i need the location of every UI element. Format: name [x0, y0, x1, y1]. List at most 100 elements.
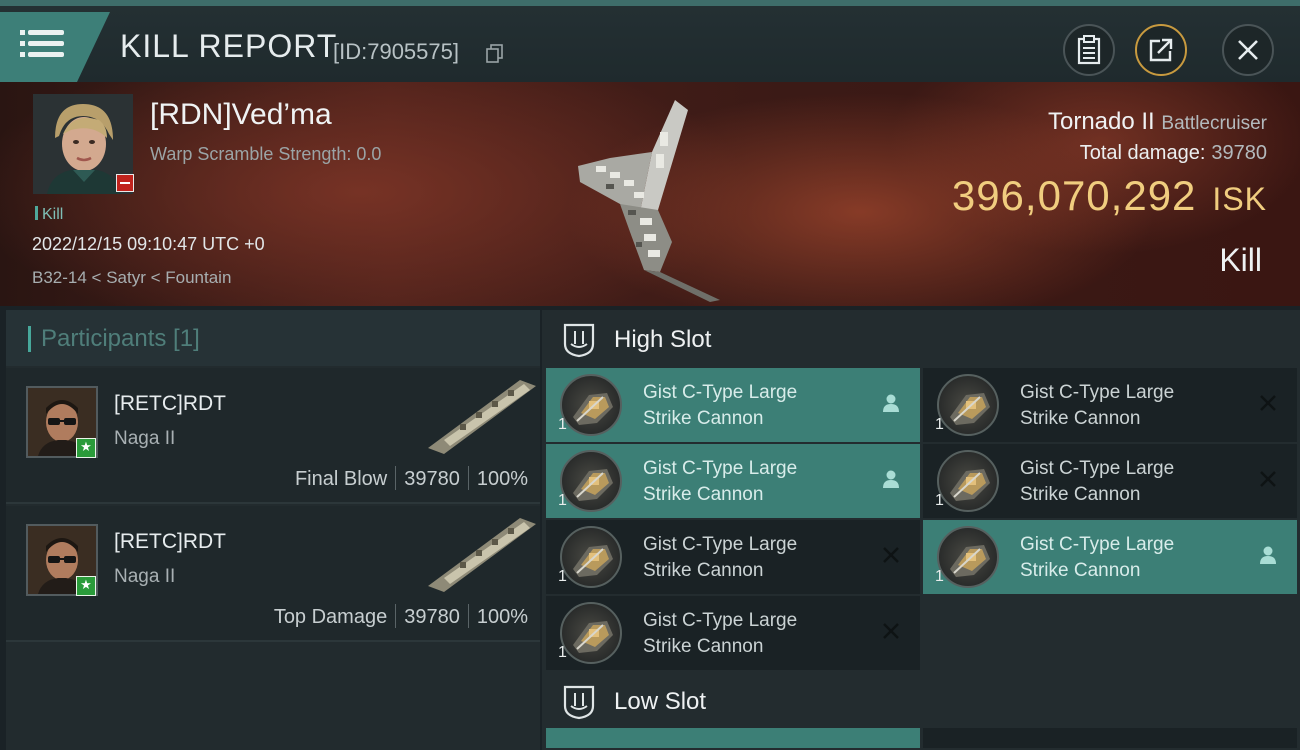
close-button[interactable] — [1222, 24, 1274, 76]
victim-ship[interactable]: Tornado II Battlecruiser — [1048, 108, 1267, 136]
person-icon — [883, 470, 899, 488]
isk-unit: ISK — [1212, 181, 1267, 217]
participant-ship-icon — [428, 518, 536, 592]
module-icon — [560, 602, 622, 664]
module-name-line: Strike Cannon — [1020, 560, 1141, 581]
participant-stats: Final Blow 39780 100% — [295, 466, 528, 491]
share-button[interactable] — [1135, 24, 1187, 76]
x-icon — [1260, 395, 1276, 411]
module-name: Gist C-Type Large Strike Cannon — [643, 532, 863, 584]
module-quantity: 1 — [558, 644, 567, 661]
fitting-panel: High Slot 1 Gist C-Type Large Strike Canno… — [542, 310, 1300, 750]
module-name-line: Strike Cannon — [643, 484, 764, 505]
copy-icon[interactable] — [485, 43, 505, 63]
module-slot[interactable]: 1 Gist C-Type Large Strike Cannon — [923, 444, 1297, 518]
total-damage-value: 39780 — [1211, 142, 1267, 164]
slot-emblem-icon — [563, 323, 595, 358]
kill-location[interactable]: B32-14 < Satyr < Fountain — [32, 268, 231, 288]
module-name: Gist C-Type Large Strike Cannon — [643, 380, 863, 432]
victim-ship-class: Battlecruiser — [1161, 113, 1267, 134]
module-icon — [937, 450, 999, 512]
module-icon — [560, 374, 622, 436]
module-name-line: Strike Cannon — [643, 560, 764, 581]
module-name-line: Gist C-Type Large — [643, 610, 798, 631]
module-name: Gist C-Type Large Strike Cannon — [643, 608, 863, 660]
victim-ship-image — [578, 100, 720, 302]
participant-percent: 100% — [476, 468, 528, 490]
module-name-line: Gist C-Type Large — [643, 534, 798, 555]
page-title: KILL REPORT — [120, 28, 338, 64]
report-id: [ID:7905575] — [333, 39, 459, 64]
module-slot[interactable]: 1 Gist C-Type Large Strike Cannon — [546, 520, 920, 594]
result-label: Kill — [1219, 242, 1262, 278]
participant-damage: 39780 — [404, 468, 460, 490]
participant-row[interactable]: ★ [RETC]RDT Naga II Final Blow 39780 100% — [6, 368, 540, 504]
module-quantity: 1 — [558, 568, 567, 585]
module-icon — [560, 450, 622, 512]
total-damage-label: Total damage: — [1079, 142, 1206, 164]
x-icon — [1260, 471, 1276, 487]
victim-name[interactable]: [RDN]Ved’ma — [150, 98, 332, 132]
participants-header: Participants [1] — [6, 310, 540, 366]
module-slot[interactable]: 1 Gist C-Type Large Strike Cannon — [546, 444, 920, 518]
module-slot[interactable]: 1 Gist C-Type Large Strike Cannon — [546, 368, 920, 442]
module-name: Gist C-Type Large Strike Cannon — [1020, 456, 1240, 508]
participant-percent: 100% — [476, 606, 528, 628]
kill-tag: Kill — [35, 206, 63, 224]
stat-divider — [467, 466, 469, 490]
participant-ship-icon — [428, 380, 536, 454]
module-quantity: 1 — [935, 416, 944, 433]
module-name: Gist C-Type Large Strike Cannon — [1020, 380, 1240, 432]
module-quantity: 1 — [558, 492, 567, 509]
menu-button[interactable] — [0, 12, 110, 82]
participant-row[interactable]: ★ [RETC]RDT Naga II Top Damage 39780 100% — [6, 506, 540, 642]
isk-amount: 396,070,292 — [951, 172, 1197, 219]
participant-role: Final Blow — [294, 468, 388, 490]
module-quantity: 1 — [558, 416, 567, 433]
module-name-line: Gist C-Type Large — [643, 382, 798, 403]
participant-damage: 39780 — [404, 606, 460, 628]
module-name-line: Gist C-Type Large — [1020, 458, 1175, 479]
participant-role: Top Damage — [273, 606, 388, 628]
close-icon — [1238, 40, 1258, 60]
low-slot-module-peek[interactable] — [546, 728, 920, 748]
participant-name[interactable]: [RETC]RDT — [114, 530, 226, 554]
module-slot[interactable]: 1 Gist C-Type Large Strike Cannon — [546, 596, 920, 670]
module-name-line: Gist C-Type Large — [1020, 534, 1175, 555]
low-slot-label: Low Slot — [614, 688, 707, 715]
person-icon — [883, 394, 899, 412]
participants-title: Participants [1] — [41, 325, 200, 352]
low-slot-header: Low Slot — [542, 672, 1300, 730]
module-name: Gist C-Type Large Strike Cannon — [1020, 532, 1240, 584]
standing-minus-icon — [116, 174, 134, 192]
stat-divider — [467, 604, 469, 628]
person-icon — [1260, 546, 1276, 564]
module-name-line: Strike Cannon — [1020, 484, 1141, 505]
isk-value: 396,070,292 ISK — [952, 172, 1267, 220]
victim-ship-name: Tornado II — [1047, 108, 1155, 135]
x-icon — [883, 547, 899, 563]
low-slot-module-peek[interactable] — [923, 728, 1297, 748]
module-name-line: Gist C-Type Large — [1020, 382, 1175, 403]
slot-emblem-icon — [563, 685, 595, 720]
module-icon — [937, 374, 999, 436]
module-slot[interactable]: 1 Gist C-Type Large Strike Cannon — [923, 520, 1297, 594]
module-icon — [560, 526, 622, 588]
module-name-line: Strike Cannon — [643, 408, 764, 429]
module-name: Gist C-Type Large Strike Cannon — [643, 456, 863, 508]
share-icon — [1149, 38, 1173, 62]
participants-panel: Participants [1] ★ [RETC]RDT Naga II Fin… — [6, 310, 540, 750]
clipboard-icon — [1077, 35, 1101, 65]
participant-stats: Top Damage 39780 100% — [274, 604, 528, 629]
module-name-line: Strike Cannon — [643, 636, 764, 657]
participant-ship: Naga II — [114, 428, 176, 449]
star-badge-icon: ★ — [76, 438, 96, 458]
clipboard-button[interactable] — [1063, 24, 1115, 76]
top-bar: KILL REPORT [ID:7905575] — [0, 0, 1300, 82]
high-slot-label: High Slot — [614, 326, 712, 353]
module-slot[interactable]: 1 Gist C-Type Large Strike Cannon — [923, 368, 1297, 442]
kill-datetime: 2022/12/15 09:10:47 UTC +0 — [32, 234, 265, 254]
participant-name[interactable]: [RETC]RDT — [114, 392, 226, 416]
stat-divider — [395, 466, 397, 490]
stat-divider — [395, 604, 397, 628]
